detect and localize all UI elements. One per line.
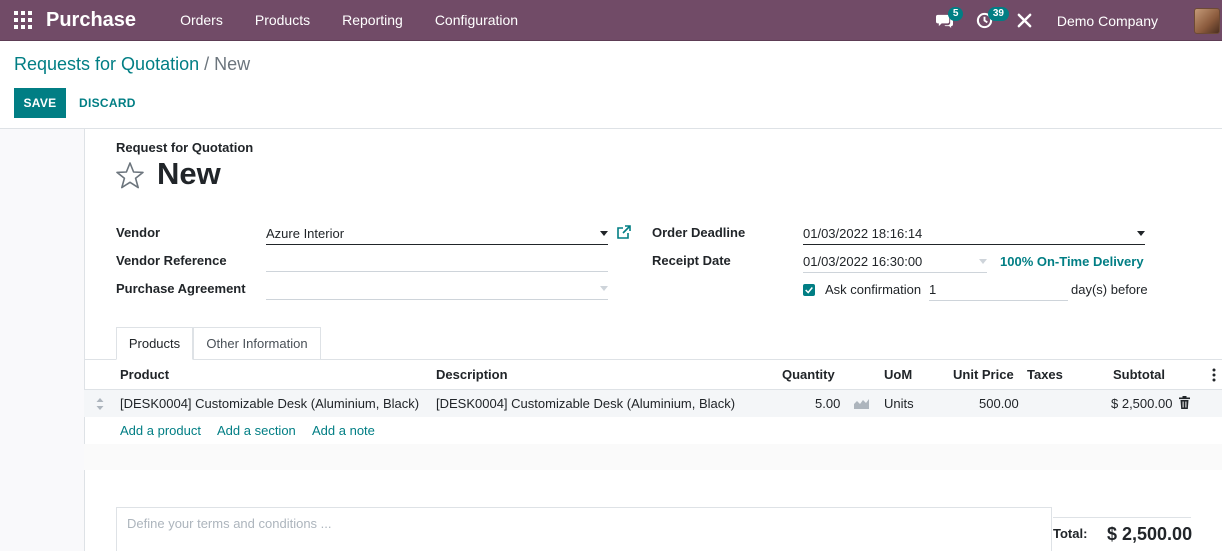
breadcrumb-separator: /	[204, 54, 210, 74]
company-switcher[interactable]: Demo Company	[1045, 13, 1194, 29]
delete-trash-icon[interactable]	[1179, 396, 1190, 409]
col-quantity[interactable]: Quantity	[782, 367, 835, 382]
order-deadline-value: 01/03/2022 18:16:14	[803, 226, 923, 241]
menu-reporting[interactable]: Reporting	[326, 0, 419, 41]
menu-orders[interactable]: Orders	[164, 0, 239, 41]
forecast-area-chart-icon[interactable]	[854, 398, 869, 409]
terms-conditions-textarea[interactable]: Define your terms and conditions ...	[116, 507, 1052, 551]
breadcrumb-current: New	[214, 54, 251, 74]
order-deadline-caret-icon[interactable]	[1137, 231, 1145, 236]
purchase-agreement-field[interactable]	[266, 278, 608, 300]
add-note-link[interactable]: Add a note	[312, 423, 375, 438]
receipt-date-label: Receipt Date	[652, 253, 731, 268]
order-deadline-field[interactable]: 01/03/2022 18:16:14	[803, 223, 1145, 245]
vendor-dropdown-caret-icon[interactable]	[600, 231, 608, 236]
tab-other-information[interactable]: Other Information	[193, 327, 321, 360]
days-before-label: day(s) before	[1071, 282, 1148, 297]
ask-confirmation-days-input[interactable]: 1	[929, 279, 1068, 301]
add-section-link[interactable]: Add a section	[217, 423, 296, 438]
cell-unit-price[interactable]: 500.00	[979, 396, 1019, 411]
receipt-date-field[interactable]: 01/03/2022 16:30:00	[803, 251, 987, 273]
vendor-value: Azure Interior	[266, 226, 345, 241]
breadcrumb-parent-link[interactable]: Requests for Quotation	[14, 54, 199, 74]
receipt-date-value: 01/03/2022 16:30:00	[803, 254, 923, 269]
record-title: New	[157, 156, 221, 191]
menu-products[interactable]: Products	[239, 0, 326, 41]
purchase-agreement-label: Purchase Agreement	[116, 281, 246, 296]
total-divider	[1053, 517, 1191, 518]
agreement-dropdown-caret-icon[interactable]	[600, 286, 608, 291]
vendor-label: Vendor	[116, 225, 161, 240]
form-subtitle: Request for Quotation	[116, 140, 254, 155]
external-link-icon[interactable]	[617, 225, 631, 239]
vendor-field[interactable]: Azure Interior	[266, 223, 608, 245]
ask-confirmation-checkbox[interactable]	[803, 284, 815, 296]
col-description[interactable]: Description	[436, 367, 508, 382]
ask-confirmation-label: Ask confirmation	[825, 282, 922, 297]
activities-button[interactable]: 39	[965, 0, 1009, 41]
checkmark-icon	[805, 287, 813, 294]
col-taxes[interactable]: Taxes	[1027, 367, 1063, 382]
table-row[interactable]: [DESK0004] Customizable Desk (Aluminium,…	[84, 390, 1222, 417]
app-menu-grid-icon[interactable]	[0, 0, 46, 41]
breadcrumb: Requests for Quotation / New	[14, 54, 250, 75]
table-footer	[84, 444, 1222, 470]
on-time-delivery-link[interactable]: 100% On-Time Delivery	[1000, 254, 1144, 269]
discard-button[interactable]: DISCARD	[72, 88, 143, 118]
add-product-link[interactable]: Add a product	[120, 423, 201, 438]
col-product[interactable]: Product	[120, 367, 169, 382]
messages-button[interactable]: 5	[925, 0, 965, 41]
vendor-reference-label: Vendor Reference	[116, 253, 227, 268]
top-navbar: Purchase Orders Products Reporting Confi…	[0, 0, 1222, 41]
col-subtotal[interactable]: Subtotal	[1113, 367, 1165, 382]
col-unit-price[interactable]: Unit Price	[953, 367, 1014, 382]
cell-uom[interactable]: Units	[884, 396, 914, 411]
order-lines-header: Product Description Quantity UoM Unit Pr…	[84, 360, 1222, 390]
star-icon[interactable]	[114, 160, 146, 192]
receipt-date-caret-icon[interactable]	[979, 259, 987, 264]
cell-quantity[interactable]: 5.00	[815, 396, 840, 411]
tools-cross-icon	[1017, 13, 1032, 28]
drag-handle-icon[interactable]	[96, 397, 104, 411]
debug-tools-button[interactable]	[1005, 0, 1045, 41]
cell-product[interactable]: [DESK0004] Customizable Desk (Aluminium,…	[120, 396, 419, 411]
user-avatar[interactable]	[1194, 7, 1220, 34]
cell-description[interactable]: [DESK0004] Customizable Desk (Aluminium,…	[436, 396, 735, 411]
total-value: $ 2,500.00	[1107, 524, 1193, 544]
col-uom[interactable]: UoM	[884, 367, 912, 382]
order-deadline-label: Order Deadline	[652, 225, 746, 240]
vendor-reference-input[interactable]	[266, 250, 608, 272]
total-label: Total:	[1053, 526, 1088, 541]
app-name[interactable]: Purchase	[46, 9, 136, 32]
messages-count-badge: 5	[947, 7, 964, 21]
optional-columns-kebab-icon[interactable]	[1209, 368, 1219, 382]
menu-configuration[interactable]: Configuration	[419, 0, 534, 41]
cell-subtotal: $ 2,500.00	[1111, 396, 1173, 411]
save-button[interactable]: SAVE	[14, 88, 66, 118]
tab-products[interactable]: Products	[116, 327, 193, 360]
